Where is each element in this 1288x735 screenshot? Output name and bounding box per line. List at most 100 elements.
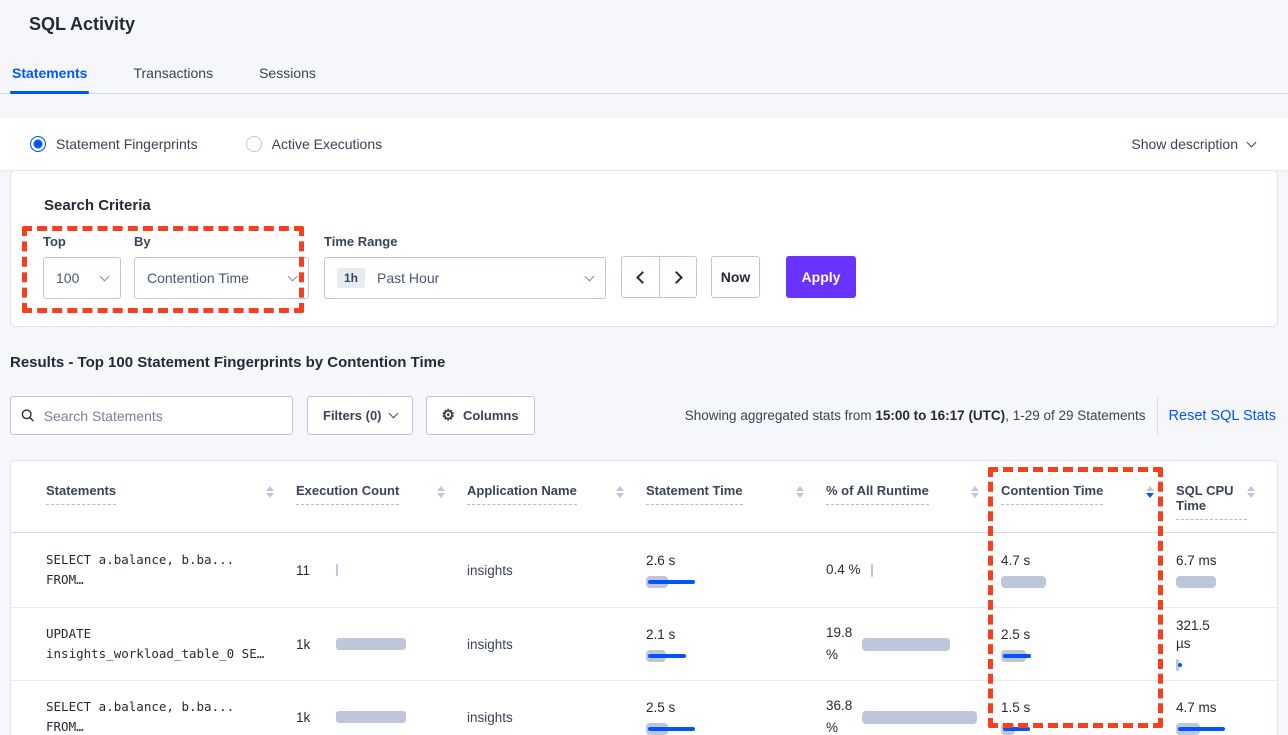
column-header-application-name[interactable]: Application Name: [467, 461, 646, 532]
bar-chart: [1001, 576, 1158, 588]
sort-icon[interactable]: [266, 486, 274, 498]
show-description-label: Show description: [1131, 136, 1238, 152]
show-description-toggle[interactable]: Show description: [1131, 136, 1255, 152]
chevron-down-icon: [288, 271, 298, 281]
statement-fingerprint-link[interactable]: SELECT a.balance, b.ba...FROM…: [46, 550, 296, 590]
apply-button[interactable]: Apply: [786, 256, 856, 298]
bar-chart: [862, 711, 977, 724]
column-header-statement-time[interactable]: Statement Time: [646, 461, 826, 532]
top-select-value: 100: [56, 270, 79, 286]
sort-icon[interactable]: [1247, 486, 1255, 498]
stats-time-range: 15:00 to 16:17 (UTC): [875, 408, 1005, 423]
search-statements-box: [10, 396, 293, 435]
time-range-field: Time Range 1h Past Hour: [324, 234, 606, 299]
table-row[interactable]: SELECT a.balance, b.ba...FROM…1kinsights…: [11, 681, 1277, 735]
statement-time-cell: 2.5 s: [646, 699, 826, 735]
contention-time-cell: 1.5 s: [1001, 699, 1176, 735]
contention-time-cell: 4.7 s: [1001, 552, 1176, 588]
time-range-badge: 1h: [337, 268, 365, 288]
filters-button[interactable]: Filters (0): [307, 396, 413, 435]
sort-icon[interactable]: [437, 486, 445, 498]
radio-selected-icon[interactable]: [30, 136, 46, 152]
by-field: By Contention Time: [134, 234, 309, 299]
bar-chart: [646, 576, 808, 588]
page-header: SQL Activity: [0, 0, 1288, 35]
sort-icon[interactable]: [616, 486, 624, 498]
aggregated-stats-text: Showing aggregated stats from 15:00 to 1…: [685, 408, 1146, 423]
tab-transactions[interactable]: Transactions: [131, 57, 215, 93]
time-range-value: Past Hour: [377, 270, 439, 286]
chevron-down-icon: [388, 409, 398, 419]
pct-runtime-cell: 19.8%: [826, 622, 1001, 666]
search-statements-input[interactable]: [44, 408, 282, 424]
time-range-next-button[interactable]: [659, 257, 696, 297]
column-header-label: Application Name: [467, 483, 577, 505]
radio-active-executions[interactable]: Active Executions: [246, 136, 383, 152]
column-header-execution-count[interactable]: Execution Count: [296, 461, 467, 532]
table-row[interactable]: UPDATEinsights_workload_table_0 SE…1kins…: [11, 608, 1277, 681]
statement-fingerprint-link[interactable]: UPDATEinsights_workload_table_0 SE…: [46, 624, 296, 664]
tab-sessions[interactable]: Sessions: [257, 57, 318, 93]
divider: [1157, 397, 1158, 435]
statement-time-cell: 2.6 s: [646, 552, 826, 588]
top-field: Top 100: [43, 234, 121, 299]
statements-table: Statements Execution Count Application Nam…: [10, 460, 1278, 735]
bar-chart: [1176, 659, 1259, 671]
bar-chart: [1001, 650, 1158, 662]
filters-label: Filters (0): [323, 408, 382, 423]
tabbar: Statements Transactions Sessions: [0, 57, 1288, 94]
column-header--of-all-runtime[interactable]: % of All Runtime: [826, 461, 1001, 532]
statement-fingerprint-link[interactable]: SELECT a.balance, b.ba...FROM…: [46, 697, 296, 735]
bar-chart: [1176, 576, 1259, 588]
results-heading: Results - Top 100 Statement Fingerprints…: [10, 354, 445, 371]
time-range-prev-button[interactable]: [622, 257, 659, 297]
column-header-label: Execution Count: [296, 483, 399, 505]
contention-time-cell: 2.5 s: [1001, 626, 1176, 662]
column-header-statements[interactable]: Statements: [46, 461, 296, 532]
time-range-label: Time Range: [324, 234, 606, 249]
by-select[interactable]: Contention Time: [134, 257, 309, 299]
statement-time-cell: 2.1 s: [646, 626, 826, 662]
bar-chart: [336, 711, 406, 723]
sql-cpu-time-cell: 4.7 ms: [1176, 699, 1277, 735]
top-select[interactable]: 100: [43, 257, 121, 299]
column-header-sql-cpu-time[interactable]: SQL CPU Time: [1176, 461, 1277, 532]
tab-statements[interactable]: Statements: [10, 57, 89, 93]
sort-icon[interactable]: [971, 486, 979, 498]
by-label: By: [134, 234, 309, 249]
column-header-label: Statements: [46, 483, 116, 505]
application-name-cell: insights: [467, 637, 646, 652]
radio-statement-fingerprints[interactable]: Statement Fingerprints: [30, 136, 198, 152]
column-header-label: % of All Runtime: [826, 483, 929, 505]
bar-chart: [1001, 723, 1158, 735]
now-button[interactable]: Now: [711, 256, 760, 298]
execution-count-cell: 11: [296, 563, 467, 578]
sort-icon[interactable]: [1146, 486, 1154, 498]
execution-count-cell: 1k: [296, 710, 467, 725]
time-range-select[interactable]: 1h Past Hour: [324, 257, 606, 299]
radio-unselected-icon[interactable]: [246, 136, 262, 152]
chevron-right-icon: [670, 271, 683, 284]
page-title: SQL Activity: [29, 14, 1288, 35]
sql-cpu-time-cell: 6.7 ms: [1176, 552, 1277, 588]
bar-chart: [336, 638, 406, 650]
column-header-label: Statement Time: [646, 483, 743, 505]
columns-button[interactable]: ⚙ Columns: [426, 396, 535, 435]
search-criteria-heading: Search Criteria: [44, 197, 1277, 214]
view-toggle-bar: Statement Fingerprints Active Executions…: [0, 118, 1288, 170]
chevron-down-icon: [100, 271, 110, 281]
sort-icon[interactable]: [796, 486, 804, 498]
radio-label: Statement Fingerprints: [56, 136, 198, 152]
bar-chart: [646, 650, 808, 662]
chevron-left-icon: [636, 271, 649, 284]
time-range-pager: [621, 256, 697, 298]
reset-sql-stats-link[interactable]: Reset SQL Stats: [1169, 408, 1276, 424]
table-body: SELECT a.balance, b.ba...FROM…11insights…: [11, 533, 1277, 735]
column-header-contention-time[interactable]: Contention Time: [1001, 461, 1176, 532]
top-label: Top: [43, 234, 121, 249]
table-row[interactable]: SELECT a.balance, b.ba...FROM…11insights…: [11, 533, 1277, 608]
search-criteria-card: Search Criteria Top 100 By Contention Ti…: [10, 170, 1278, 327]
pct-runtime-cell: 36.8%: [826, 695, 1001, 735]
results-toolbar: Filters (0) ⚙ Columns Showing aggregated…: [10, 396, 1278, 435]
bar-chart: [646, 723, 808, 735]
